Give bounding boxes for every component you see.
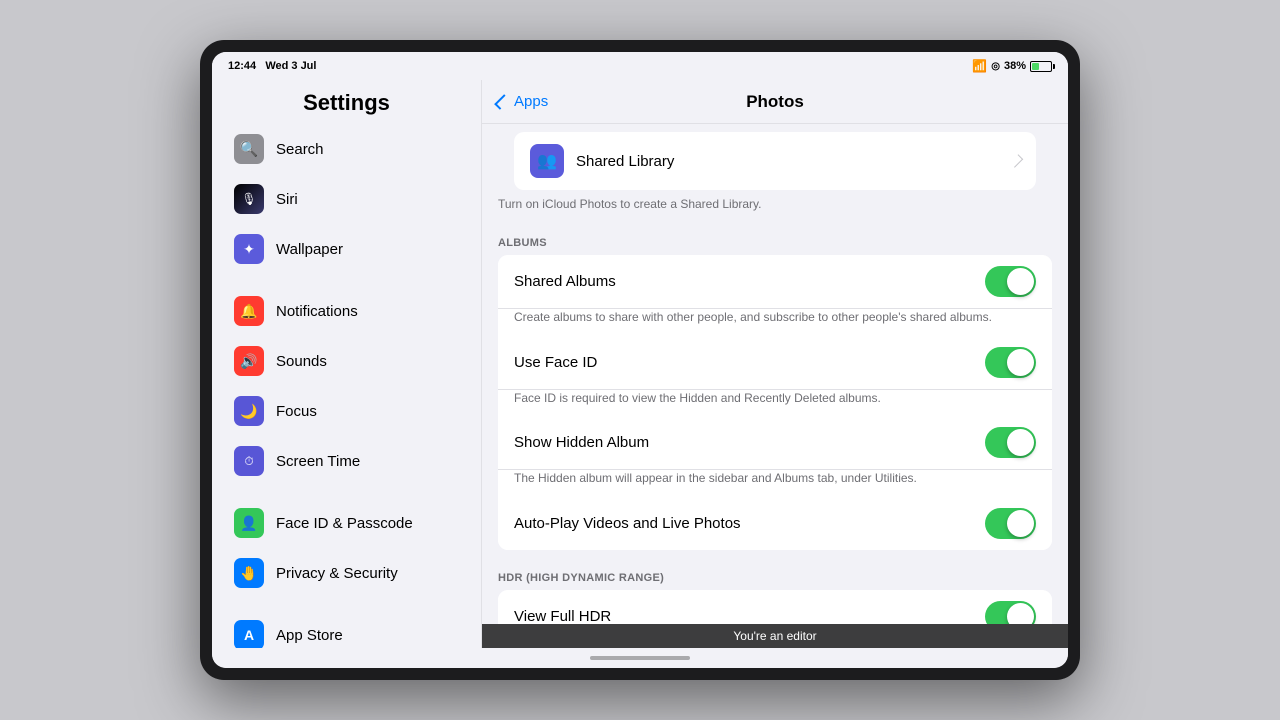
time-display: 12:44 <box>228 60 256 72</box>
main-panel: Apps Photos 👥 Shared Library Turn on <box>482 80 1068 648</box>
tablet-frame: 12:44 Wed 3 Jul 📶 ◎ 38% Settings 🔍 <box>200 40 1080 680</box>
home-indicator <box>590 656 690 660</box>
shared-library-group: 👥 Shared Library <box>498 132 1052 190</box>
hidden-album-toggle[interactable] <box>985 427 1036 458</box>
battery-percent: 38% <box>1004 60 1026 72</box>
shared-albums-toggle[interactable] <box>985 266 1036 297</box>
content-area: Settings 🔍 Search 🎙 Siri ✦ Wallpaper <box>212 80 1068 648</box>
face-id-toggle[interactable] <box>985 347 1036 378</box>
shared-library-desc: Turn on iCloud Photos to create a Shared… <box>482 192 1068 223</box>
toast-text: You're an editor <box>733 629 816 643</box>
status-time: 12:44 Wed 3 Jul <box>228 60 316 72</box>
sidebar-label-app-store: App Store <box>276 627 343 644</box>
hdr-section-label: HDR (HIGH DYNAMIC RANGE) <box>482 558 1068 590</box>
wallpaper-icon: ✦ <box>234 234 264 264</box>
shared-library-row[interactable]: 👥 Shared Library <box>514 132 1036 190</box>
sidebar-item-search[interactable]: 🔍 Search <box>218 125 475 173</box>
panel-header: Apps Photos <box>482 80 1068 124</box>
status-icons: 📶 ◎ 38% <box>972 59 1052 73</box>
auto-play-thumb <box>1007 510 1034 537</box>
face-id-label: Use Face ID <box>514 354 597 371</box>
sidebar-label-wallpaper: Wallpaper <box>276 241 343 258</box>
view-hdr-label: View Full HDR <box>514 608 611 624</box>
sidebar-label-search: Search <box>276 141 324 158</box>
face-id-icon: 👤 <box>234 508 264 538</box>
sidebar-item-screen-time[interactable]: ⏱ Screen Time <box>218 437 475 485</box>
location-icon: ◎ <box>991 61 1000 72</box>
albums-section-label: ALBUMS <box>482 223 1068 255</box>
search-icon: 🔍 <box>234 134 264 164</box>
battery-fill <box>1032 63 1039 70</box>
screen-time-icon: ⏱ <box>234 446 264 476</box>
back-label: Apps <box>514 93 548 110</box>
sidebar-item-wallpaper[interactable]: ✦ Wallpaper <box>218 225 475 273</box>
sidebar-label-focus: Focus <box>276 403 317 420</box>
albums-group: Shared Albums Create albums to share wit… <box>498 255 1052 550</box>
siri-icon: 🎙 <box>234 184 264 214</box>
sidebar-title: Settings <box>212 80 481 124</box>
hidden-album-label: Show Hidden Album <box>514 434 649 451</box>
view-hdr-thumb <box>1007 603 1034 624</box>
privacy-icon: 🤚 <box>234 558 264 588</box>
hidden-album-desc: The Hidden album will appear in the side… <box>498 470 1052 497</box>
battery-icon <box>1030 61 1052 72</box>
app-store-icon: A <box>234 620 264 648</box>
shared-library-icon: 👥 <box>530 144 564 178</box>
shared-library-label: Shared Library <box>576 153 1001 170</box>
sidebar-item-sounds[interactable]: 🔊 Sounds <box>218 337 475 385</box>
sidebar-label-screen-time: Screen Time <box>276 453 360 470</box>
shared-albums-thumb <box>1007 268 1034 295</box>
chevron-right-icon <box>1010 154 1023 167</box>
row-face-id[interactable]: Use Face ID <box>498 336 1052 390</box>
sidebar: Settings 🔍 Search 🎙 Siri ✦ Wallpaper <box>212 80 482 648</box>
tablet-screen: 12:44 Wed 3 Jul 📶 ◎ 38% Settings 🔍 <box>212 52 1068 668</box>
row-shared-albums[interactable]: Shared Albums <box>498 255 1052 309</box>
status-bar: 12:44 Wed 3 Jul 📶 ◎ 38% <box>212 52 1068 80</box>
sidebar-item-privacy[interactable]: 🤚 Privacy & Security <box>218 549 475 597</box>
sidebar-label-face-id: Face ID & Passcode <box>276 515 413 532</box>
notifications-icon: 🔔 <box>234 296 264 326</box>
sidebar-label-siri: Siri <box>276 191 298 208</box>
row-hidden-album[interactable]: Show Hidden Album <box>498 416 1052 470</box>
section-hdr: HDR (HIGH DYNAMIC RANGE) View Full HDR A… <box>482 558 1068 624</box>
panel-title: Photos <box>746 92 804 112</box>
date-display: Wed 3 Jul <box>265 60 316 72</box>
sidebar-label-sounds: Sounds <box>276 353 327 370</box>
bottom-bar <box>212 648 1068 668</box>
sidebar-item-notifications[interactable]: 🔔 Notifications <box>218 287 475 335</box>
sidebar-label-notifications: Notifications <box>276 303 358 320</box>
wifi-icon: 📶 <box>972 59 987 73</box>
sidebar-item-app-store[interactable]: A App Store <box>218 611 475 648</box>
chevron-left-icon <box>494 94 510 110</box>
back-button[interactable]: Apps <box>498 93 548 110</box>
sidebar-item-focus[interactable]: 🌙 Focus <box>218 387 475 435</box>
hidden-album-thumb <box>1007 429 1034 456</box>
view-hdr-toggle[interactable] <box>985 601 1036 624</box>
face-id-thumb <box>1007 349 1034 376</box>
auto-play-label: Auto-Play Videos and Live Photos <box>514 515 741 532</box>
shared-albums-label: Shared Albums <box>514 273 616 290</box>
section-albums: ALBUMS Shared Albums Create albums to sh… <box>482 223 1068 550</box>
toast-bar: You're an editor <box>482 624 1068 648</box>
sounds-icon: 🔊 <box>234 346 264 376</box>
sidebar-item-siri[interactable]: 🎙 Siri <box>218 175 475 223</box>
focus-icon: 🌙 <box>234 396 264 426</box>
sidebar-item-face-id[interactable]: 👤 Face ID & Passcode <box>218 499 475 547</box>
auto-play-toggle[interactable] <box>985 508 1036 539</box>
sidebar-label-privacy: Privacy & Security <box>276 565 398 582</box>
row-view-hdr[interactable]: View Full HDR <box>498 590 1052 624</box>
hdr-group: View Full HDR Automatically adjust the d… <box>498 590 1052 624</box>
shared-albums-desc: Create albums to share with other people… <box>498 309 1052 336</box>
face-id-desc: Face ID is required to view the Hidden a… <box>498 390 1052 417</box>
panel-content: 👥 Shared Library Turn on iCloud Photos t… <box>482 124 1068 624</box>
row-auto-play[interactable]: Auto-Play Videos and Live Photos <box>498 497 1052 550</box>
